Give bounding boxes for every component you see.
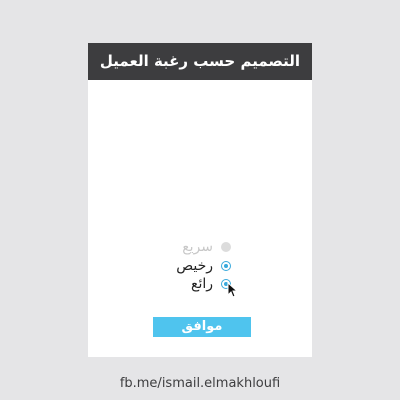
dialog-card: التصميم حسب رغبة العميل سريع رخيص رائع م… bbox=[88, 43, 312, 357]
option-fast-label: سريع bbox=[182, 239, 213, 255]
option-great-label: رائع bbox=[191, 276, 213, 292]
option-fast-radio[interactable] bbox=[221, 242, 231, 252]
option-fast[interactable]: سريع bbox=[178, 237, 231, 257]
footer-link[interactable]: fb.me/ismail.elmakhloufi bbox=[0, 376, 400, 391]
option-cheap-radio[interactable] bbox=[221, 261, 231, 271]
dialog-title: التصميم حسب رغبة العميل bbox=[88, 43, 312, 80]
option-great-radio[interactable] bbox=[221, 279, 231, 289]
option-great[interactable]: رائع bbox=[178, 274, 231, 294]
option-cheap[interactable]: رخيص bbox=[176, 256, 231, 276]
option-cheap-label: رخيص bbox=[176, 258, 213, 274]
page: التصميم حسب رغبة العميل سريع رخيص رائع م… bbox=[0, 0, 400, 400]
ok-button[interactable]: موافق bbox=[153, 317, 251, 337]
